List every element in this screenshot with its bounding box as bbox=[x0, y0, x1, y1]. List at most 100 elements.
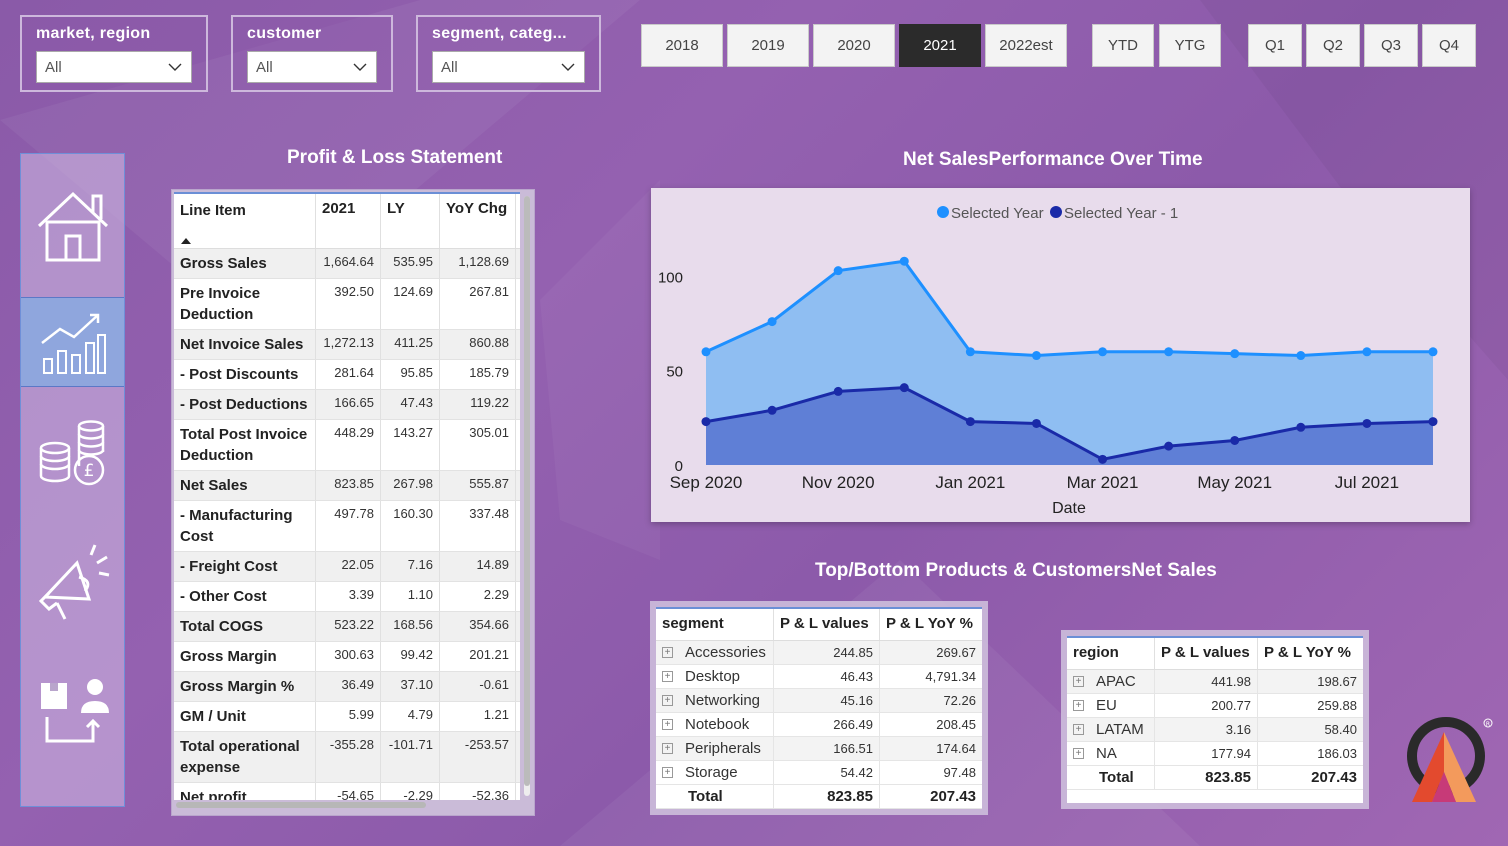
expand-icon[interactable]: + bbox=[662, 671, 673, 682]
table-row[interactable]: - Freight Cost 22.05 7.16 14.89 bbox=[174, 552, 520, 582]
data-point[interactable] bbox=[1428, 417, 1438, 427]
data-point[interactable] bbox=[1230, 435, 1240, 445]
table-row[interactable]: + EU 200.77 259.88 bbox=[1067, 694, 1363, 718]
row-value-2021: 523.22 bbox=[316, 612, 381, 641]
data-point[interactable] bbox=[1362, 347, 1372, 357]
quarter-button-q2[interactable]: Q2 bbox=[1306, 24, 1360, 67]
nav-finance[interactable]: £ bbox=[21, 387, 124, 517]
quarter-button-q3[interactable]: Q3 bbox=[1364, 24, 1418, 67]
legend-label[interactable]: Selected Year - 1 bbox=[1064, 205, 1178, 222]
column-header-pl-values[interactable]: P & L values bbox=[774, 609, 880, 640]
column-header-ly[interactable]: LY bbox=[381, 194, 440, 248]
table-row[interactable]: Total COGS 523.22 168.56 354.66 bbox=[174, 612, 520, 642]
table-row[interactable]: + Peripherals 166.51 174.64 bbox=[656, 737, 982, 761]
slicer-customer[interactable]: customer All bbox=[231, 15, 393, 92]
nav-marketing[interactable] bbox=[21, 517, 124, 647]
quarter-button-q4[interactable]: Q4 bbox=[1422, 24, 1476, 67]
table-row[interactable]: Net Invoice Sales 1,272.13 411.25 860.88 bbox=[174, 330, 520, 360]
table-row[interactable]: GM / Unit 5.99 4.79 1.21 bbox=[174, 702, 520, 732]
data-point[interactable] bbox=[1164, 347, 1174, 357]
data-point[interactable] bbox=[701, 347, 711, 357]
column-header-region[interactable]: region bbox=[1067, 638, 1155, 669]
table-row[interactable]: Total operational expense -355.28 -101.71-… bbox=[174, 732, 520, 783]
expand-icon[interactable]: + bbox=[662, 743, 673, 754]
period-button-ytd[interactable]: YTD bbox=[1092, 24, 1154, 67]
data-point[interactable] bbox=[1362, 418, 1372, 428]
column-header-pl-yoy[interactable]: P & L YoY % bbox=[1258, 638, 1363, 669]
data-point[interactable] bbox=[1098, 454, 1108, 464]
year-button-2020[interactable]: 2020 bbox=[813, 24, 895, 67]
data-point[interactable] bbox=[965, 347, 975, 357]
nav-sales-chart[interactable] bbox=[21, 297, 124, 387]
table-row[interactable]: Gross Sales 1,664.64 535.95 1,128.69 bbox=[174, 249, 520, 279]
column-header-segment[interactable]: segment bbox=[656, 609, 774, 640]
data-point[interactable] bbox=[701, 417, 711, 427]
period-button-ytg[interactable]: YTG bbox=[1159, 24, 1221, 67]
table-row[interactable]: Net Sales 823.85 267.98 555.87 bbox=[174, 471, 520, 501]
expand-icon[interactable]: + bbox=[1073, 700, 1084, 711]
table-row[interactable]: Total Post Invoice Deduction 448.29 143.27… bbox=[174, 420, 520, 471]
nav-home[interactable] bbox=[21, 154, 124, 297]
data-point[interactable] bbox=[899, 256, 909, 266]
table-row[interactable]: - Other Cost 3.39 1.10 2.29 bbox=[174, 582, 520, 612]
table-row[interactable]: + Accessories 244.85 269.67 bbox=[656, 641, 982, 665]
table-row[interactable]: Pre Invoice Deduction 392.50 124.69 267.81 bbox=[174, 279, 520, 330]
column-header-pl-values[interactable]: P & L values bbox=[1155, 638, 1258, 669]
expand-icon[interactable]: + bbox=[662, 695, 673, 706]
data-point[interactable] bbox=[1296, 422, 1306, 432]
column-header-pl-yoy[interactable]: P & L YoY % bbox=[880, 609, 982, 640]
data-point[interactable] bbox=[899, 383, 909, 393]
column-header-line-item[interactable]: Line Item bbox=[174, 194, 316, 248]
data-point[interactable] bbox=[1098, 347, 1108, 357]
table-row[interactable]: + NA 177.94 186.03 bbox=[1067, 742, 1363, 766]
data-point[interactable] bbox=[767, 405, 777, 415]
table-row[interactable]: - Post Discounts 281.64 95.85 185.79 bbox=[174, 360, 520, 390]
data-point[interactable] bbox=[767, 317, 777, 327]
slicer-dropdown[interactable]: All bbox=[247, 51, 377, 83]
expand-icon[interactable]: + bbox=[1073, 676, 1084, 687]
table-row[interactable]: + Networking 45.16 72.26 bbox=[656, 689, 982, 713]
legend-label[interactable]: Selected Year bbox=[951, 205, 1044, 222]
data-point[interactable] bbox=[1428, 347, 1438, 357]
table-row[interactable]: + APAC 441.98 198.67 bbox=[1067, 670, 1363, 694]
table-row[interactable]: - Post Deductions 166.65 47.43 119.22 bbox=[174, 390, 520, 420]
table-row[interactable]: - Manufacturing Cost 497.78 160.30 337.48 bbox=[174, 501, 520, 552]
svg-text:£: £ bbox=[83, 461, 94, 481]
data-point[interactable] bbox=[1031, 351, 1041, 361]
expand-icon[interactable]: + bbox=[662, 719, 673, 730]
slicer-market-region[interactable]: market, region All bbox=[20, 15, 208, 92]
horizontal-scrollbar[interactable] bbox=[176, 802, 426, 808]
data-point[interactable] bbox=[1031, 418, 1041, 428]
table-row[interactable]: + LATAM 3.16 58.40 bbox=[1067, 718, 1363, 742]
data-point[interactable] bbox=[833, 266, 843, 276]
year-button-2018[interactable]: 2018 bbox=[641, 24, 723, 67]
expand-icon[interactable]: + bbox=[662, 647, 673, 658]
data-point[interactable] bbox=[965, 417, 975, 427]
slicer-dropdown[interactable]: All bbox=[36, 51, 192, 83]
table-row[interactable]: Gross Margin 300.63 99.42 201.21 bbox=[174, 642, 520, 672]
expand-icon[interactable]: + bbox=[1073, 748, 1084, 759]
table-row[interactable]: Net profit -54.65 -2.29 -52.36 bbox=[174, 783, 520, 800]
data-point[interactable] bbox=[833, 386, 843, 396]
region-table-header: region P & L values P & L YoY % bbox=[1067, 636, 1363, 670]
expand-icon[interactable]: + bbox=[662, 767, 673, 778]
vertical-scrollbar[interactable] bbox=[524, 196, 530, 796]
table-row[interactable]: + Storage 54.42 97.48 bbox=[656, 761, 982, 785]
data-point[interactable] bbox=[1230, 349, 1240, 359]
data-point[interactable] bbox=[1296, 351, 1306, 361]
year-button-2019[interactable]: 2019 bbox=[727, 24, 809, 67]
nav-supply-chain[interactable] bbox=[21, 647, 124, 777]
year-button-2022est[interactable]: 2022est bbox=[985, 24, 1067, 67]
slicer-segment-category[interactable]: segment, categ... All bbox=[416, 15, 601, 92]
column-header-yoy-chg[interactable]: YoY Chg bbox=[440, 194, 516, 248]
table-row[interactable]: + Desktop 46.43 4,791.34 bbox=[656, 665, 982, 689]
expand-icon[interactable]: + bbox=[1073, 724, 1084, 735]
slicer-dropdown[interactable]: All bbox=[432, 51, 585, 83]
year-button-2021[interactable]: 2021 bbox=[899, 24, 981, 67]
table-row[interactable]: + Notebook 266.49 208.45 bbox=[656, 713, 982, 737]
quarter-button-q1[interactable]: Q1 bbox=[1248, 24, 1302, 67]
column-header-2021[interactable]: 2021 bbox=[316, 194, 381, 248]
data-point[interactable] bbox=[1164, 441, 1174, 451]
table-row[interactable]: Gross Margin % 36.49 37.10 -0.61 bbox=[174, 672, 520, 702]
scrollbar-thumb[interactable] bbox=[524, 196, 530, 786]
